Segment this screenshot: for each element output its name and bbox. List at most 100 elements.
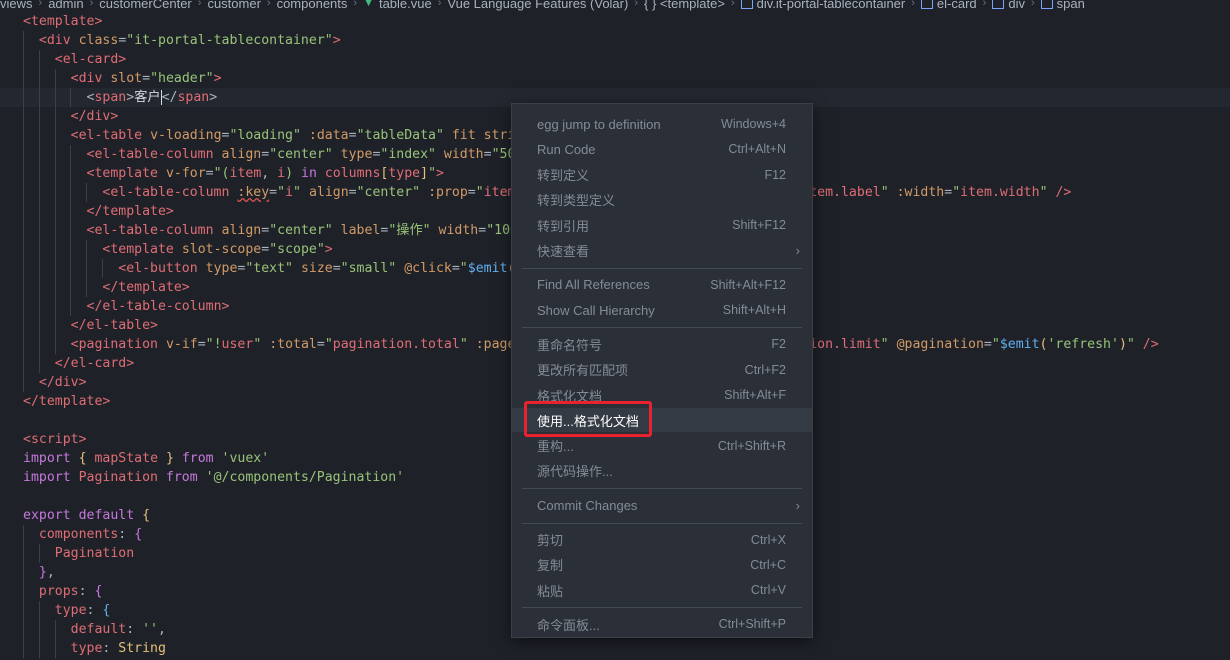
menu-item[interactable]: 转到定义 F12 [512,163,812,187]
indent-guide [70,202,72,221]
code-token: = [205,166,214,181]
indent-guide [70,183,72,202]
menu-item[interactable]: Commit Changes › [512,493,812,517]
breadcrumb-segment[interactable]: components [277,0,348,11]
indent-guide [23,525,24,544]
menu-item-shortcut: Ctrl+Shift+R [717,438,786,453]
menu-item[interactable]: 剪切 Ctrl+X [512,528,812,552]
code-line[interactable]: <template> [0,12,1230,31]
menu-item-shortcut: F12 [764,167,786,182]
menu-item[interactable]: 使用...格式化文档 [512,408,812,433]
menu-item-label: 命令面板... [537,617,600,633]
breadcrumb-segment[interactable]: div [1008,0,1025,11]
breadcrumb-segment[interactable]: table.vue [379,0,432,11]
code-token: " [880,337,889,352]
code-token: type [388,166,421,181]
menu-item[interactable]: 转到类型定义 [512,188,812,212]
indent-guide [54,145,56,164]
menu-item[interactable]: 源代码操作... [512,459,812,483]
code-line[interactable]: <div class="it-portal-tablecontainer"> [0,31,1230,50]
breadcrumb-segment[interactable]: el-card [937,0,977,11]
code-token: import [23,451,71,466]
breadcrumb-segment[interactable]: Vue Language Features (Volar) [447,0,628,11]
code-token: : [102,641,119,656]
code-token: { [78,451,87,466]
indent-guide [23,335,24,354]
menu-item[interactable]: 重命名符号 F2 [512,332,812,356]
code-token: </div> [38,375,87,390]
code-line[interactable]: type: String [0,639,1230,658]
code-token: "center" [269,223,333,238]
code-token: "loading" [229,128,301,143]
code-token: " [991,337,1000,352]
menu-item[interactable]: Run Code Ctrl+Alt+N [512,137,812,161]
menu-item[interactable]: 粘贴 Ctrl+V [512,578,812,602]
code-token: > [126,90,135,105]
code-token: in [293,166,325,181]
menu-item[interactable]: 重构... Ctrl+Shift+R [512,434,812,458]
menu-separator [522,607,802,609]
menu-item[interactable]: Show Call Hierarchy Shift+Alt+H [512,298,812,322]
indent-guide [54,164,56,183]
code-token: } [38,565,47,580]
breadcrumb-segment[interactable]: span [1057,0,1085,11]
menu-item[interactable]: 格式化文档 Shift+Alt+F [512,383,812,407]
indent-guide [23,145,24,164]
indent-guide [23,31,24,50]
code-token: = [467,185,476,200]
menu-item[interactable]: egg jump to definition Windows+4 [512,112,812,136]
code-token: type [54,603,87,618]
code-token: export default [23,508,135,523]
indent-guide [38,107,40,126]
code-token: ) [1118,337,1127,352]
code-token: : [78,584,95,599]
breadcrumb-segment[interactable]: { } <template> [644,0,725,11]
code-token: "center" [356,185,421,200]
code-token: , [261,166,278,181]
code-token: <pagination [70,337,158,352]
code-token: "it-portal-tablecontainer" [126,33,333,48]
indent-guide [23,107,24,126]
indent-guide [38,88,40,107]
indent-guide [70,240,72,259]
code-token: :prop [428,185,468,200]
code-token: '@/components/Pagination' [205,470,405,485]
code-token: default [70,622,127,637]
indent-guide [23,601,24,620]
code-token: align [308,185,349,200]
indent-guide [23,69,24,88]
menu-item[interactable]: 命令面板... Ctrl+Shift+P [512,612,812,636]
breadcrumb-separator-icon: › [634,0,638,9]
breadcrumb-segment[interactable]: customer [207,0,260,11]
code-line[interactable]: <el-card> [0,50,1230,69]
menu-item[interactable]: 更改所有匹配项 Ctrl+F2 [512,358,812,382]
breadcrumb-segment[interactable]: div.it-portal-tablecontainer [757,0,906,11]
breadcrumb-segment[interactable]: admin [48,0,83,11]
menu-item[interactable]: Find All References Shift+Alt+F12 [512,273,812,297]
indent-guide [23,639,24,658]
code-token: item [229,166,262,181]
code-token: pagination.total [332,337,460,352]
menu-item[interactable]: 复制 Ctrl+C [512,553,812,577]
code-token: 客户 [134,90,161,105]
menu-item-shortcut: Shift+F12 [732,218,786,233]
breadcrumb-segment[interactable]: customerCenter [99,0,191,11]
code-token: ] [420,166,429,181]
code-line[interactable]: <div slot="header"> [0,69,1230,88]
code-token: </el-table-column> [86,299,230,314]
code-token: <el-table [70,128,143,143]
code-token: </div> [70,109,119,124]
menu-item[interactable]: 转到引用 Shift+F12 [512,213,812,237]
breadcrumb-segment[interactable]: views [0,0,33,11]
code-token: label [340,223,381,238]
code-token: <el-card [54,52,119,67]
menu-item[interactable]: 快速查看 › [512,239,812,263]
